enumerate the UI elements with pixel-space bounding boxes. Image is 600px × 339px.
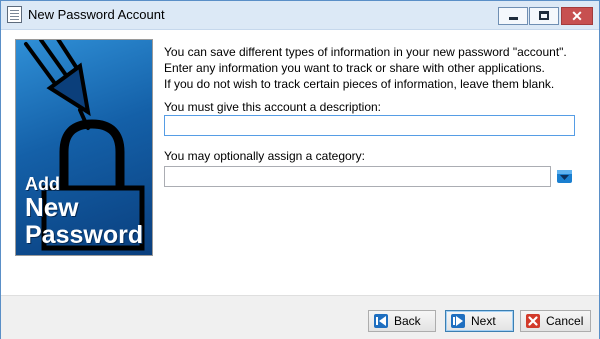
document-icon xyxy=(7,6,22,23)
graphic-text-new: New xyxy=(25,192,79,222)
back-button[interactable]: Back xyxy=(368,310,436,332)
arrow-left-icon xyxy=(374,314,388,328)
intro-text: You can save different types of informat… xyxy=(164,44,584,92)
x-icon xyxy=(526,314,540,328)
next-button[interactable]: Next xyxy=(445,310,514,332)
graphic-text-password: Password xyxy=(25,221,144,249)
category-label: You may optionally assign a category: xyxy=(164,149,366,163)
close-icon: ✕ xyxy=(571,8,583,24)
dialog-window: New Password Account ✕ Add New Password … xyxy=(0,0,600,339)
maximize-button[interactable] xyxy=(529,7,559,25)
cancel-label: Cancel xyxy=(546,314,584,328)
window-title: New Password Account xyxy=(28,7,165,22)
graphic-text-add: Add xyxy=(25,174,60,194)
intro-line-2: Enter any information you want to track … xyxy=(164,61,545,75)
back-label: Back xyxy=(394,314,421,328)
button-bar: Back Next Cancel xyxy=(1,295,599,339)
add-password-graphic: Add New Password xyxy=(15,39,153,256)
maximize-icon xyxy=(539,11,549,20)
close-button[interactable]: ✕ xyxy=(561,7,593,25)
title-bar[interactable]: New Password Account ✕ xyxy=(1,1,599,30)
arrow-right-icon xyxy=(451,314,465,328)
minimize-button[interactable] xyxy=(498,7,528,25)
chevron-down-icon[interactable] xyxy=(557,170,572,183)
intro-line-3: If you do not wish to track certain piec… xyxy=(164,77,555,91)
description-label: You must give this account a description… xyxy=(164,100,382,114)
description-input[interactable] xyxy=(164,115,575,136)
cancel-button[interactable]: Cancel xyxy=(520,310,591,332)
next-label: Next xyxy=(471,314,496,328)
dialog-content: Add New Password You can save different … xyxy=(1,30,599,295)
minimize-icon xyxy=(509,17,518,20)
category-input[interactable] xyxy=(164,166,551,187)
intro-line-1: You can save different types of informat… xyxy=(164,45,567,59)
